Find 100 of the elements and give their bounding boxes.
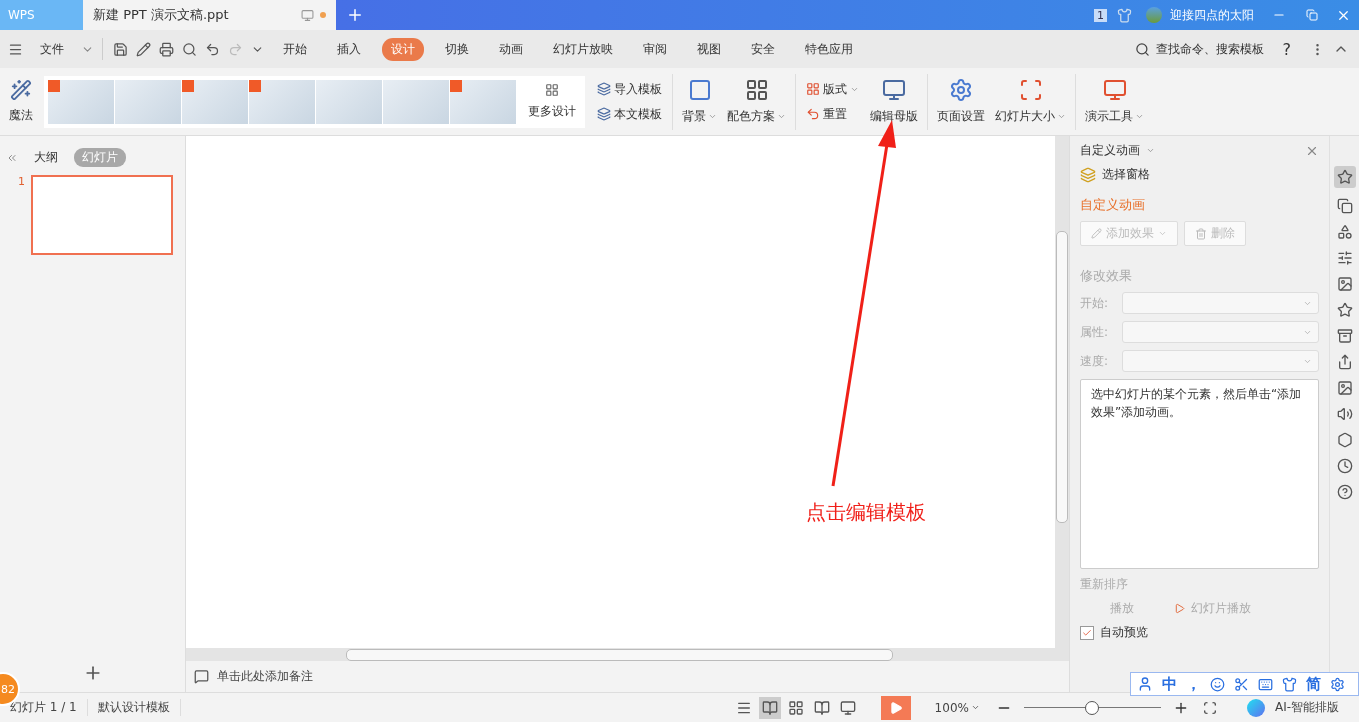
normal-view-button[interactable] xyxy=(758,696,781,719)
dropdown-field[interactable] xyxy=(1122,321,1319,343)
menu-icon[interactable] xyxy=(8,41,23,57)
image-icon[interactable] xyxy=(1336,380,1353,396)
slide-number: 1 xyxy=(18,175,25,190)
help-button[interactable]: ? xyxy=(1273,36,1300,62)
annotation-text: 点击编辑模板 xyxy=(806,499,926,526)
fit-icon[interactable] xyxy=(1202,700,1217,715)
star-icon[interactable] xyxy=(1336,302,1353,318)
hot-badge xyxy=(249,79,261,92)
zoom-slider[interactable] xyxy=(1023,700,1161,715)
template-thumbnail[interactable] xyxy=(249,79,315,124)
ribbon-button[interactable]: 配色方案 xyxy=(722,76,791,127)
trash-icon xyxy=(1195,227,1207,240)
scissors-icon[interactable] xyxy=(1234,676,1249,692)
ribbon-button[interactable]: 幻灯片大小 xyxy=(990,76,1071,127)
play-slideshow-button[interactable] xyxy=(880,695,911,720)
template-thumbnail[interactable] xyxy=(450,79,516,124)
search-icon xyxy=(1134,41,1150,57)
reset-button[interactable]: 重置 xyxy=(806,105,859,123)
shirt-icon[interactable] xyxy=(1282,676,1297,692)
ime-toggle[interactable]: 简 xyxy=(1306,674,1321,694)
presentation-tools-icon xyxy=(1102,78,1127,102)
user-icon[interactable] xyxy=(1137,676,1153,692)
template-thumbnail[interactable] xyxy=(115,79,181,124)
field-label: 开始: xyxy=(1080,294,1110,312)
animation-button[interactable] xyxy=(1333,166,1356,188)
this-template-button[interactable]: 本文模板 xyxy=(597,105,662,123)
section-heading: 自定义动画 xyxy=(1080,196,1146,214)
monitor-icon xyxy=(301,8,314,22)
copy-icon[interactable] xyxy=(1336,198,1353,214)
checkbox[interactable] xyxy=(1080,625,1094,640)
settings-icon[interactable] xyxy=(1330,676,1345,692)
menu-tab[interactable]: 插入 xyxy=(328,37,370,61)
menu-tab[interactable]: 切换 xyxy=(436,37,478,61)
template-thumbnail[interactable] xyxy=(182,79,248,124)
slide-thumbnail[interactable] xyxy=(31,175,173,255)
window-count[interactable]: 1 xyxy=(1094,8,1107,22)
selection-pane-link[interactable]: 选择窗格 xyxy=(1102,166,1150,183)
master-icon xyxy=(882,78,906,102)
color-scheme-icon xyxy=(744,78,769,102)
caret-icon xyxy=(1158,229,1167,238)
hot-badge xyxy=(48,79,60,92)
user-name[interactable]: 迎接四点的太阳 xyxy=(1162,0,1262,30)
template-thumbnail[interactable] xyxy=(383,79,449,124)
magic-button[interactable]: 魔法 xyxy=(4,77,38,126)
book-icon xyxy=(813,699,830,716)
field-label: 属性: xyxy=(1080,323,1110,341)
speaker-icon[interactable] xyxy=(1336,406,1353,422)
more-designs-button[interactable]: 更多设计 xyxy=(523,81,581,122)
slider-thumb[interactable] xyxy=(1085,700,1100,715)
layout-button[interactable]: 版式 xyxy=(806,80,859,98)
template-thumbnail[interactable] xyxy=(316,79,382,124)
pencil-icon xyxy=(1091,228,1102,239)
scrollbar-thumb[interactable] xyxy=(346,648,893,661)
menu-tab[interactable]: 开始 xyxy=(274,37,316,61)
template-thumbnail[interactable] xyxy=(48,79,114,124)
zoom-level[interactable]: 100% xyxy=(928,699,986,716)
history-icon[interactable] xyxy=(1336,458,1353,474)
ribbon-button[interactable]: 背景 xyxy=(677,76,722,127)
menu-tab[interactable]: 幻灯片放映 xyxy=(544,37,622,61)
ribbon-button[interactable]: 页面设置 xyxy=(932,76,990,127)
monitor-icon xyxy=(839,699,856,716)
sliders-icon[interactable] xyxy=(1336,250,1353,266)
shapes-icon[interactable] xyxy=(1336,224,1353,240)
menu-tab[interactable]: 安全 xyxy=(742,37,784,61)
keyboard-icon[interactable] xyxy=(1258,676,1273,692)
template-icon xyxy=(597,107,611,121)
template-icon xyxy=(597,82,611,96)
hot-badge xyxy=(450,79,462,92)
menu-tab[interactable]: 动画 xyxy=(490,37,532,61)
dropdown-field[interactable] xyxy=(1122,350,1319,372)
notes-placeholder[interactable]: 单击此处添加备注 xyxy=(217,668,313,685)
menu-tab[interactable]: 审阅 xyxy=(634,37,676,61)
ribbon-button[interactable]: 演示工具 xyxy=(1080,76,1149,127)
ime-toggle[interactable]: 中 xyxy=(1162,674,1177,694)
menu-tab[interactable]: 特色应用 xyxy=(796,37,862,61)
panel-tab[interactable]: 大纲 xyxy=(26,148,66,167)
star-icon xyxy=(1336,169,1353,185)
pane-title[interactable]: 自定义动画 xyxy=(1080,142,1140,159)
import-template-button[interactable]: 导入模板 xyxy=(597,80,662,98)
help-icon[interactable] xyxy=(1336,484,1353,500)
hexagon-icon[interactable] xyxy=(1336,432,1353,448)
ime-toggle[interactable]: ， xyxy=(1186,674,1201,694)
menu-tab[interactable]: 视图 xyxy=(688,37,730,61)
scrollbar-thumb[interactable] xyxy=(1056,231,1068,523)
image-icon[interactable] xyxy=(1336,276,1353,292)
ai-layout-button[interactable]: AI-智能排版 xyxy=(1264,699,1359,716)
document-tab[interactable]: 新建 PPT 演示文稿.ppt xyxy=(83,0,336,30)
dropdown-field[interactable] xyxy=(1122,292,1319,314)
archive-icon[interactable] xyxy=(1336,328,1353,344)
emoji-icon[interactable] xyxy=(1210,676,1225,692)
book-icon xyxy=(761,699,778,716)
checkbox-label[interactable]: 自动预览 xyxy=(1100,624,1148,641)
file-menu[interactable]: 文件 xyxy=(31,37,73,61)
share-icon[interactable] xyxy=(1336,354,1353,370)
check-icon xyxy=(1082,627,1092,638)
page-setup-icon xyxy=(949,78,973,102)
search-command-field[interactable]: 查找命令、搜索模板 xyxy=(1153,37,1266,61)
ribbon-button[interactable]: 编辑母版 xyxy=(865,76,923,127)
